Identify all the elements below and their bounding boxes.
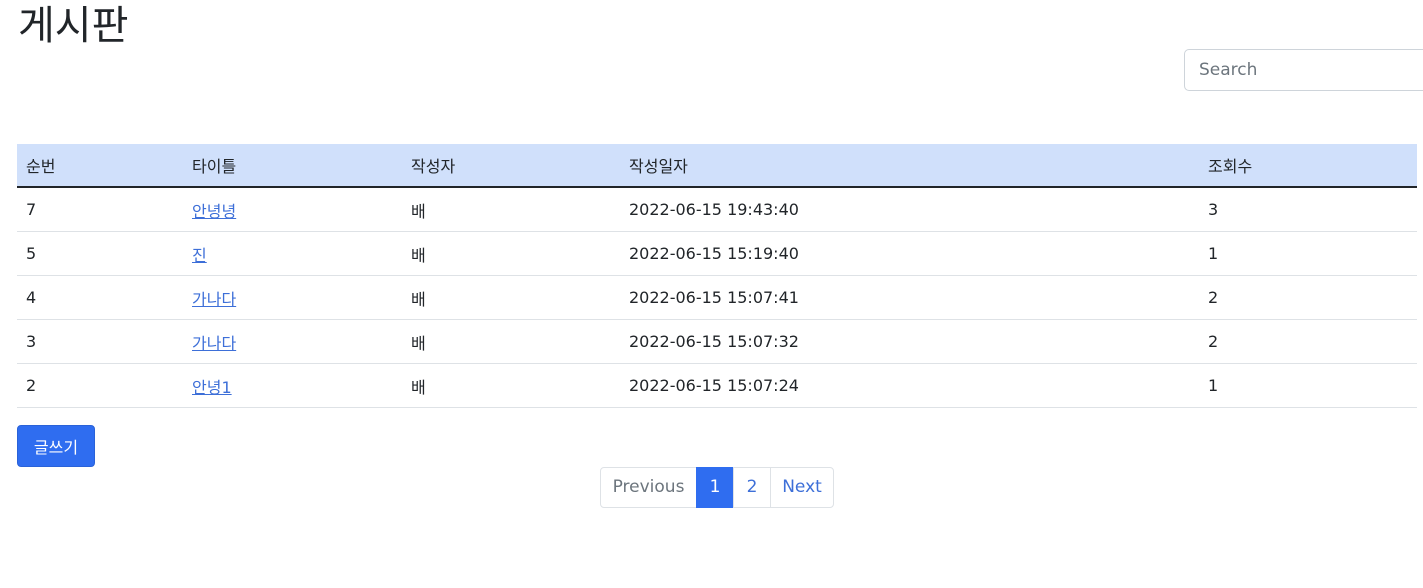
write-post-button[interactable]: 글쓰기 xyxy=(17,425,95,467)
post-number: 4 xyxy=(17,275,183,320)
post-title-cell: 진 xyxy=(183,231,402,276)
board-table: 순번 타이틀 작성자 작성일자 조회수 7 안녕녕 배 2022-06-15 1… xyxy=(17,144,1417,408)
pagination-page-2[interactable]: 2 xyxy=(733,467,771,508)
post-number: 2 xyxy=(17,363,183,408)
post-author: 배 xyxy=(402,231,620,276)
table-header: 순번 타이틀 작성자 작성일자 조회수 xyxy=(17,144,1417,188)
post-date: 2022-06-15 19:43:40 xyxy=(620,187,1199,232)
post-title-link[interactable]: 가나다 xyxy=(192,290,236,309)
search-input[interactable] xyxy=(1185,50,1419,90)
post-views: 1 xyxy=(1199,231,1417,276)
pagination: Previous 1 2 Next xyxy=(600,467,834,508)
pagination-previous-button[interactable]: Previous xyxy=(600,467,697,508)
column-header-date: 작성일자 xyxy=(620,144,1199,188)
pagination-page-1[interactable]: 1 xyxy=(696,467,734,508)
post-date: 2022-06-15 15:07:32 xyxy=(620,319,1199,364)
table-body: 7 안녕녕 배 2022-06-15 19:43:40 3 5 진 배 2022… xyxy=(17,187,1417,408)
post-views: 3 xyxy=(1199,187,1417,232)
post-author: 배 xyxy=(402,319,620,364)
post-title-cell: 안녕녕 xyxy=(183,187,402,232)
page-title: 게시판 xyxy=(18,3,129,49)
column-header-title: 타이틀 xyxy=(183,144,402,188)
post-views: 2 xyxy=(1199,319,1417,364)
board-page: 게시판 순번 타이틀 작성자 작성일자 조회수 7 안녕녕 배 2022-06-… xyxy=(0,0,1423,588)
post-number: 7 xyxy=(17,187,183,232)
post-title-link[interactable]: 안녕녕 xyxy=(192,202,236,221)
pagination-next-button[interactable]: Next xyxy=(770,467,834,508)
post-title-link[interactable]: 가나다 xyxy=(192,334,236,353)
post-views: 1 xyxy=(1199,363,1417,408)
table-header-row: 순번 타이틀 작성자 작성일자 조회수 xyxy=(17,144,1417,188)
post-date: 2022-06-15 15:07:41 xyxy=(620,275,1199,320)
post-number: 5 xyxy=(17,231,183,276)
table-row: 4 가나다 배 2022-06-15 15:07:41 2 xyxy=(17,275,1417,320)
post-title-link[interactable]: 안녕1 xyxy=(192,378,232,397)
column-header-views: 조회수 xyxy=(1199,144,1417,188)
post-number: 3 xyxy=(17,319,183,364)
post-title-cell: 가나다 xyxy=(183,275,402,320)
column-header-author: 작성자 xyxy=(402,144,620,188)
post-author: 배 xyxy=(402,363,620,408)
table-row: 2 안녕1 배 2022-06-15 15:07:24 1 xyxy=(17,363,1417,408)
table-row: 3 가나다 배 2022-06-15 15:07:32 2 xyxy=(17,319,1417,364)
post-author: 배 xyxy=(402,187,620,232)
post-title-link[interactable]: 진 xyxy=(192,246,207,265)
post-title-cell: 가나다 xyxy=(183,319,402,364)
post-author: 배 xyxy=(402,275,620,320)
table-row: 7 안녕녕 배 2022-06-15 19:43:40 3 xyxy=(17,187,1417,232)
column-header-number: 순번 xyxy=(17,144,183,188)
post-title-cell: 안녕1 xyxy=(183,363,402,408)
post-date: 2022-06-15 15:19:40 xyxy=(620,231,1199,276)
search-box xyxy=(1184,49,1423,91)
table-row: 5 진 배 2022-06-15 15:19:40 1 xyxy=(17,231,1417,276)
post-views: 2 xyxy=(1199,275,1417,320)
post-date: 2022-06-15 15:07:24 xyxy=(620,363,1199,408)
